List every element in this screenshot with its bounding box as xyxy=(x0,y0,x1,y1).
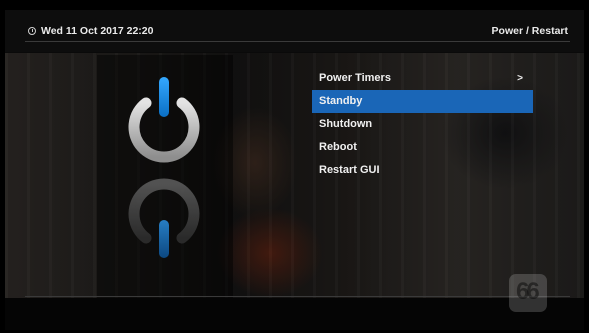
menu-item-label: Standby xyxy=(319,95,363,107)
skin-logo: 66 xyxy=(509,274,547,312)
clock-icon xyxy=(28,27,36,35)
menu-item-label: Shutdown xyxy=(319,118,373,130)
datetime-text: Wed 11 Oct 2017 22:20 xyxy=(41,25,154,37)
submenu-arrow-icon: > xyxy=(517,73,523,84)
footer-bar xyxy=(5,298,584,330)
menu-item-reboot[interactable]: Reboot xyxy=(312,136,533,159)
power-icon xyxy=(128,77,200,163)
power-icon-dimmed xyxy=(128,178,200,258)
power-menu: Power Timers > Standby Shutdown Reboot R… xyxy=(312,67,533,182)
menu-item-shutdown[interactable]: Shutdown xyxy=(312,113,533,136)
menu-item-power-timers[interactable]: Power Timers > xyxy=(312,67,533,90)
menu-item-label: Power Timers xyxy=(319,72,391,84)
page-title: Power / Restart xyxy=(491,25,568,37)
tv-screen: Wed 11 Oct 2017 22:20 Power / Restart Po… xyxy=(5,10,584,330)
logo-glyph-icon: 66 xyxy=(516,278,540,305)
header-bar: Wed 11 Oct 2017 22:20 Power / Restart xyxy=(5,10,584,52)
header-divider xyxy=(25,41,570,42)
menu-item-label: Reboot xyxy=(319,141,357,153)
footer-divider xyxy=(25,296,570,297)
menu-item-label: Restart GUI xyxy=(319,164,380,176)
menu-item-standby[interactable]: Standby xyxy=(312,90,533,113)
menu-item-restart-gui[interactable]: Restart GUI xyxy=(312,159,533,182)
datetime-display: Wed 11 Oct 2017 22:20 xyxy=(28,25,153,37)
